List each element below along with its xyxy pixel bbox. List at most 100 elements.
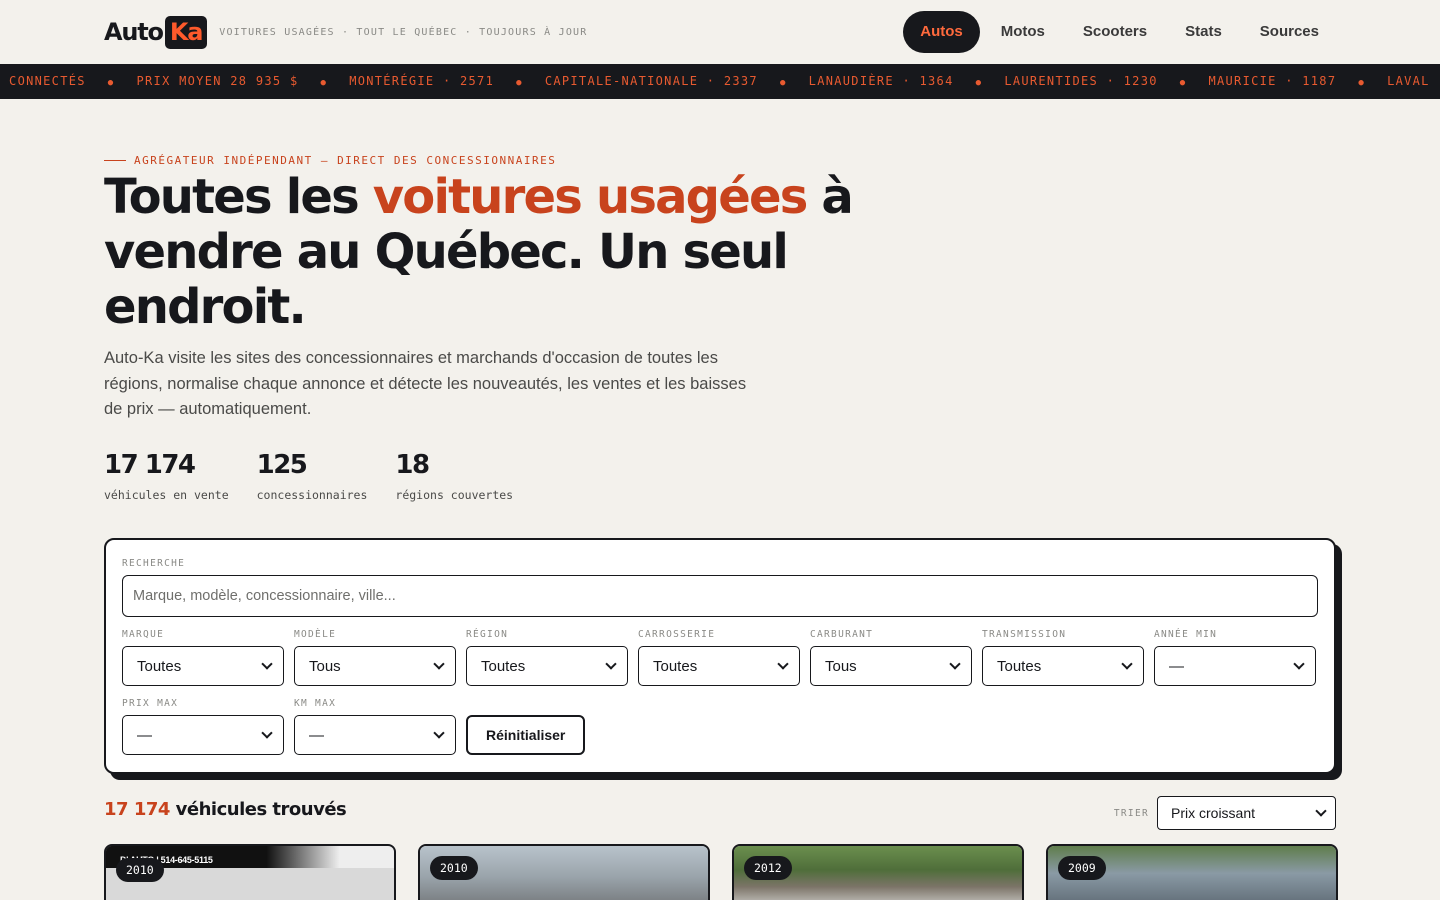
vehicle-card[interactable]: 2012 — [732, 844, 1024, 900]
ticker-dot-icon: ● — [1358, 78, 1366, 88]
ticker-track: S CONNECTÉS ● PRIX MOYEN 28 935 $ ● MONTÉRÉG… — [0, 64, 1440, 99]
hero-title-start: Toutes les — [104, 169, 373, 225]
ticker-dot-icon: ● — [975, 78, 983, 88]
filter-row-primary: MARQUE Toutes MODÈLE Tous RÉGION Toutes … — [122, 629, 1316, 686]
year-badge: 2010 — [116, 858, 164, 882]
filter-modele: MODÈLE Tous — [294, 629, 456, 686]
filter-label: TRANSMISSION — [982, 629, 1067, 640]
chevron-down-icon — [261, 658, 273, 670]
filter-marque: MARQUE Toutes — [122, 629, 284, 686]
year-badge: 2009 — [1058, 856, 1106, 880]
stat-label: véhicules en vente — [104, 488, 229, 502]
filter-region: RÉGION Toutes — [466, 629, 628, 686]
chevron-down-icon — [433, 658, 445, 670]
sort-label: TRIER — [1113, 807, 1149, 819]
filter-label: MARQUE — [122, 629, 165, 640]
hero-title: Toutes les voitures usagées à vendre au … — [104, 170, 864, 335]
select-value: Tous — [825, 657, 857, 675]
select-value: Toutes — [653, 657, 698, 675]
km-max-select[interactable]: — — [294, 715, 456, 755]
stat-value: 125 — [256, 450, 308, 480]
vehicle-card[interactable]: 2009 — [1046, 844, 1338, 900]
filter-label: CARBURANT — [810, 629, 874, 640]
select-value: — — [1169, 657, 1184, 675]
eyebrow-line — [104, 160, 126, 161]
ticker-dot-icon: ● — [516, 78, 523, 88]
modele-select[interactable]: Tous — [294, 646, 456, 686]
logo[interactable]: Auto Ka — [104, 15, 208, 49]
results-number: 17 174 — [104, 799, 170, 820]
nav-motos[interactable]: Motos — [984, 11, 1062, 53]
stat-label: régions couvertes — [395, 488, 514, 502]
filter-prix-max: PRIX MAX — — [122, 698, 284, 755]
chevron-down-icon — [261, 727, 273, 739]
stat-vehicles: 17 174 véhicules en vente — [104, 448, 229, 502]
tagline: VOITURES USAGÉES · TOUT LE QUÉBEC · TOUJ… — [219, 26, 588, 38]
filter-carburant: CARBURANT Tous — [810, 629, 972, 686]
annee-min-select[interactable]: — — [1154, 646, 1316, 686]
ticker-dot-icon: ● — [779, 78, 787, 88]
chevron-down-icon — [605, 658, 617, 670]
ticker-dot-icon: ● — [1179, 78, 1187, 88]
hero-eyebrow: AGRÉGATEUR INDÉPENDANT — DIRECT DES CONC… — [104, 154, 556, 167]
ticker-dot-icon: ● — [107, 78, 115, 88]
filter-label: KM MAX — [294, 698, 337, 709]
stats-ticker: S CONNECTÉS ● PRIX MOYEN 28 935 $ ● MONTÉRÉG… — [0, 64, 1440, 99]
filter-label: RÉGION — [466, 629, 509, 640]
select-value: Toutes — [481, 657, 526, 675]
filter-carrosserie: CARROSSERIE Toutes — [638, 629, 800, 686]
hero-description: Auto-Ka visite les sites des concessionn… — [104, 349, 747, 418]
hero-title-accent: voitures usagées — [372, 169, 809, 225]
stat-label: concessionnaires — [256, 488, 368, 502]
prix-max-select[interactable]: — — [122, 715, 284, 755]
vehicle-card[interactable]: 2010 — [418, 844, 710, 900]
region-select[interactable]: Toutes — [466, 646, 628, 686]
ticker-item: LANAUDIÈRE · 1364 — [808, 74, 954, 88]
select-value: — — [309, 726, 324, 744]
main-nav: Autos Motos Scooters Stats Sources — [903, 11, 1336, 53]
ticker-item: LAVAL · 1063 — [1387, 74, 1440, 88]
select-value: Tous — [309, 657, 341, 675]
chevron-down-icon — [777, 658, 789, 670]
year-badge: 2012 — [744, 856, 792, 880]
nav-stats[interactable]: Stats — [1168, 11, 1239, 53]
stat-value: 17 174 — [104, 450, 196, 480]
transmission-select[interactable]: Toutes — [982, 646, 1144, 686]
site-header: Auto Ka VOITURES USAGÉES · TOUT LE QUÉBE… — [0, 0, 1440, 64]
nav-sources[interactable]: Sources — [1243, 11, 1336, 53]
chevron-down-icon — [1315, 805, 1327, 817]
filter-transmission: TRANSMISSION Toutes — [982, 629, 1144, 686]
logo-auto-text: Auto — [104, 18, 164, 46]
nav-scooters[interactable]: Scooters — [1066, 11, 1164, 53]
chevron-down-icon — [433, 727, 445, 739]
carburant-select[interactable]: Tous — [810, 646, 972, 686]
eyebrow-text: AGRÉGATEUR INDÉPENDANT — DIRECT DES CONC… — [134, 154, 557, 167]
filter-label: MODÈLE — [294, 629, 337, 640]
search-input[interactable] — [122, 575, 1318, 617]
vehicle-grid: D' AUTO | 514-645-5115 2010 2010 2012 20… — [104, 844, 1338, 900]
ticker-item: LAURENTIDES · 1230 — [1004, 74, 1158, 88]
filter-row-secondary: PRIX MAX — KM MAX — Réinitialiser — [122, 698, 586, 755]
ticker-dot-icon: ● — [320, 78, 328, 88]
year-badge: 2010 — [430, 856, 478, 880]
filter-label: ANNÉE MIN — [1154, 629, 1218, 640]
nav-autos[interactable]: Autos — [903, 11, 980, 53]
filter-label: CARROSSERIE — [638, 629, 716, 640]
select-value: Toutes — [997, 657, 1042, 675]
carrosserie-select[interactable]: Toutes — [638, 646, 800, 686]
vehicle-card[interactable]: D' AUTO | 514-645-5115 2010 — [104, 844, 396, 900]
stat-dealers: 125 concessionnaires — [257, 448, 368, 502]
select-value: Prix croissant — [1171, 805, 1256, 821]
chevron-down-icon — [1293, 658, 1305, 670]
results-count: 17 174 véhicules trouvés — [104, 799, 347, 820]
search-label: RECHERCHE — [122, 558, 186, 569]
ticker-item: PRIX MOYEN 28 935 $ — [136, 74, 299, 88]
stat-regions: 18 régions couvertes — [395, 448, 513, 502]
sort-select[interactable]: Prix croissant — [1157, 796, 1336, 830]
stat-value: 18 — [395, 450, 430, 480]
marque-select[interactable]: Toutes — [122, 646, 284, 686]
filter-panel: RECHERCHE MARQUE Toutes MODÈLE Tous RÉGI… — [104, 538, 1336, 774]
reset-button[interactable]: Réinitialiser — [466, 715, 586, 755]
filter-km-max: KM MAX — — [294, 698, 456, 755]
select-value: — — [137, 726, 152, 744]
